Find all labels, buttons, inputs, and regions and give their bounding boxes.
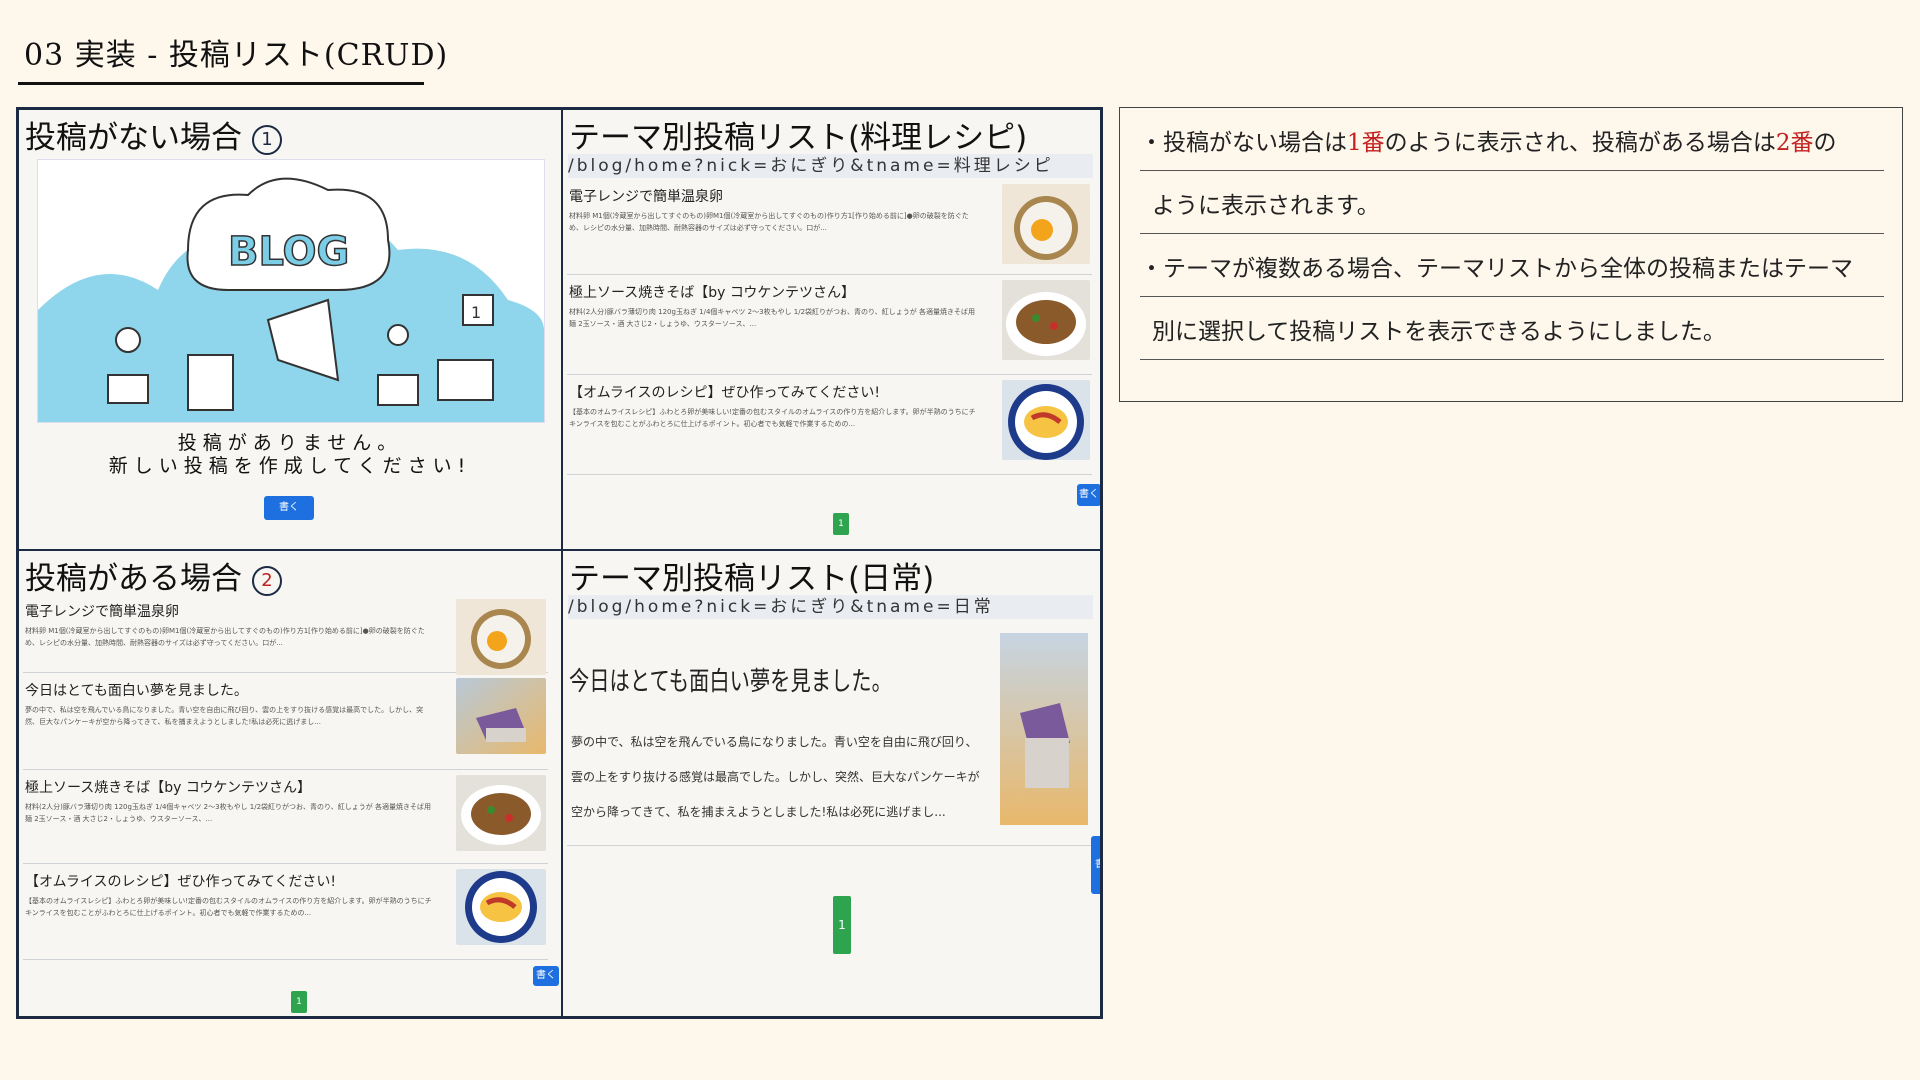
- note-line-1: ・投稿がない場合は1番のように表示され、投稿がある場合は2番の: [1140, 108, 1884, 171]
- post-title[interactable]: 今日はとても面白い夢を見ました。: [569, 661, 892, 698]
- post-excerpt: 夢の中で、私は空を飛んでいる鳥になりました。青い空を自由に飛び回り、雲の上をすり…: [571, 735, 980, 819]
- blog-illustration: BLOG 1: [37, 159, 545, 423]
- list-item[interactable]: 今日はとても面白い夢を見ました。 夢の中で、私は空を飛んでいる鳥になりました。青…: [23, 674, 548, 770]
- note-line-4: 別に選択して投稿リストを表示できるようにしました。: [1140, 297, 1884, 360]
- post-title[interactable]: 電子レンジで簡単温泉卵: [569, 186, 723, 206]
- note-text: のように表示され、投稿がある場合は: [1384, 130, 1776, 156]
- onsen-egg-thumbnail: [456, 599, 546, 675]
- write-button[interactable]: 書く: [1091, 836, 1100, 894]
- post-title[interactable]: 【オムライスのレシピ】ぜひ作ってみてください!: [569, 382, 880, 402]
- slide-title: 03 実装 - 投稿リスト(CRUD): [24, 38, 449, 73]
- omurice-thumbnail: [456, 869, 546, 945]
- panel-theme-recipe: テーマ別投稿リスト(料理レシピ) /blog/home?nick=おにぎり&tn…: [563, 110, 1100, 549]
- yakisoba-thumbnail: [456, 775, 546, 851]
- list-item[interactable]: 今日はとても面白い夢を見ました。 夢の中で、私は空を飛んでいる鳥になりました。青…: [567, 627, 1092, 846]
- dream-thumbnail: [1000, 633, 1088, 825]
- write-button[interactable]: 書く: [264, 496, 314, 520]
- number-badge: 1: [252, 124, 282, 155]
- pagination-page[interactable]: 1: [833, 513, 849, 535]
- list-item[interactable]: 電子レンジで簡単温泉卵 材料卵 M1個(冷蔵室から出してすぐのもの)卵M1個(冷…: [23, 595, 548, 675]
- post-title[interactable]: 電子レンジで簡単温泉卵: [25, 601, 179, 621]
- post-title[interactable]: 極上ソース焼きそば【by コウケンテツさん】: [569, 282, 855, 302]
- post-excerpt: 夢の中で、私は空を飛んでいる鳥になりました。青い空を自由に飛び回り、雲の上をすり…: [25, 706, 424, 726]
- empty-message: 投稿がありません。 新しい投稿を作成してください!: [19, 432, 561, 478]
- empty-message-line2: 新しい投稿を作成してください!: [108, 455, 472, 477]
- note-highlight: 2番: [1775, 130, 1814, 156]
- panel-heading-text: 投稿がある場合: [25, 561, 242, 597]
- panel-heading: テーマ別投稿リスト(日常): [569, 561, 935, 597]
- pagination-page[interactable]: 1: [291, 991, 307, 1013]
- list-item[interactable]: 【オムライスのレシピ】ぜひ作ってみてください! 【基本のオムライスレシピ】ふわと…: [23, 865, 548, 960]
- post-excerpt: 材料(2人分)豚バラ薄切り肉 120g玉ねぎ 1/4個キャベツ 2〜3枚もやし …: [569, 308, 976, 328]
- note-text: ・投稿がない場合は: [1140, 130, 1347, 156]
- post-excerpt: 材料卵 M1個(冷蔵室から出してすぐのもの)卵M1個(冷蔵室から出してすぐのもの…: [25, 627, 425, 647]
- post-title[interactable]: 【オムライスのレシピ】ぜひ作ってみてください!: [25, 871, 336, 891]
- list-item[interactable]: 極上ソース焼きそば【by コウケンテツさん】 材料(2人分)豚バラ薄切り肉 12…: [567, 276, 1092, 375]
- url-bar: /blog/home?nick=おにぎり&tname=料理レシピ: [568, 154, 1093, 178]
- svg-text:BLOG: BLOG: [228, 229, 349, 275]
- post-title[interactable]: 今日はとても面白い夢を見ました。: [25, 680, 248, 700]
- post-excerpt: 【基本のオムライスレシピ】ふわとろ卵が美味しい!定番の包むスタイルのオムライスの…: [25, 897, 432, 917]
- dream-thumbnail: [456, 678, 546, 754]
- explanation-panel: ・投稿がない場合は1番のように表示され、投稿がある場合は2番の ように表示されま…: [1119, 107, 1903, 402]
- url-bar: /blog/home?nick=おにぎり&tname=日常: [568, 595, 1093, 619]
- panel-heading: 投稿がある場合 2: [25, 553, 282, 598]
- empty-message-line1: 投稿がありません。: [177, 432, 403, 454]
- screenshot-grid: 投稿がない場合1 BLOG 1 投稿がありません。 新しい投稿を作成してくださ: [16, 107, 1103, 1019]
- yakisoba-thumbnail: [1002, 280, 1090, 360]
- note-line-2: ように表示されます。: [1140, 171, 1884, 234]
- write-button[interactable]: 書く: [1077, 484, 1100, 506]
- panel-with-posts: 投稿がある場合 2 電子レンジで簡単温泉卵 材料卵 M1個(冷蔵室から出してすぐの…: [19, 551, 561, 1016]
- note-text: の: [1813, 130, 1837, 156]
- post-title[interactable]: 極上ソース焼きそば【by コウケンテツさん】: [25, 777, 311, 797]
- post-excerpt: 材料(2人分)豚バラ薄切り肉 120g玉ねぎ 1/4個キャベツ 2〜3枚もやし …: [25, 803, 432, 823]
- onsen-egg-thumbnail: [1002, 184, 1090, 264]
- write-button[interactable]: 書く: [533, 966, 559, 986]
- list-item[interactable]: 電子レンジで簡単温泉卵 材料卵 M1個(冷蔵室から出してすぐのもの)卵M1個(冷…: [567, 180, 1092, 275]
- list-item[interactable]: 【オムライスのレシピ】ぜひ作ってみてください! 【基本のオムライスレシピ】ふわと…: [567, 376, 1092, 475]
- post-excerpt: 材料卵 M1個(冷蔵室から出してすぐのもの)卵M1個(冷蔵室から出してすぐのもの…: [569, 212, 969, 232]
- svg-text:1: 1: [471, 303, 481, 322]
- note-highlight: 1番: [1347, 130, 1385, 156]
- panel-heading-text: 投稿がない場合: [25, 120, 242, 156]
- note-line-3: ・テーマが複数ある場合、テーマリストから全体の投稿またはテーマ: [1140, 234, 1884, 297]
- omurice-thumbnail: [1002, 380, 1090, 460]
- title-underline: [18, 82, 424, 85]
- panel-theme-daily: テーマ別投稿リスト(日常) /blog/home?nick=おにぎり&tname…: [563, 551, 1100, 1016]
- list-item[interactable]: 極上ソース焼きそば【by コウケンテツさん】 材料(2人分)豚バラ薄切り肉 12…: [23, 771, 548, 864]
- panel-no-posts: 投稿がない場合1 BLOG 1 投稿がありません。 新しい投稿を作成してくださ: [19, 110, 561, 549]
- pagination-page[interactable]: 1: [833, 896, 851, 954]
- panel-heading: テーマ別投稿リスト(料理レシピ): [569, 120, 1028, 156]
- post-excerpt: 【基本のオムライスレシピ】ふわとろ卵が美味しい!定番の包むスタイルのオムライスの…: [569, 408, 976, 428]
- number-badge: 2: [252, 565, 282, 596]
- panel-heading: 投稿がない場合 1: [25, 112, 282, 157]
